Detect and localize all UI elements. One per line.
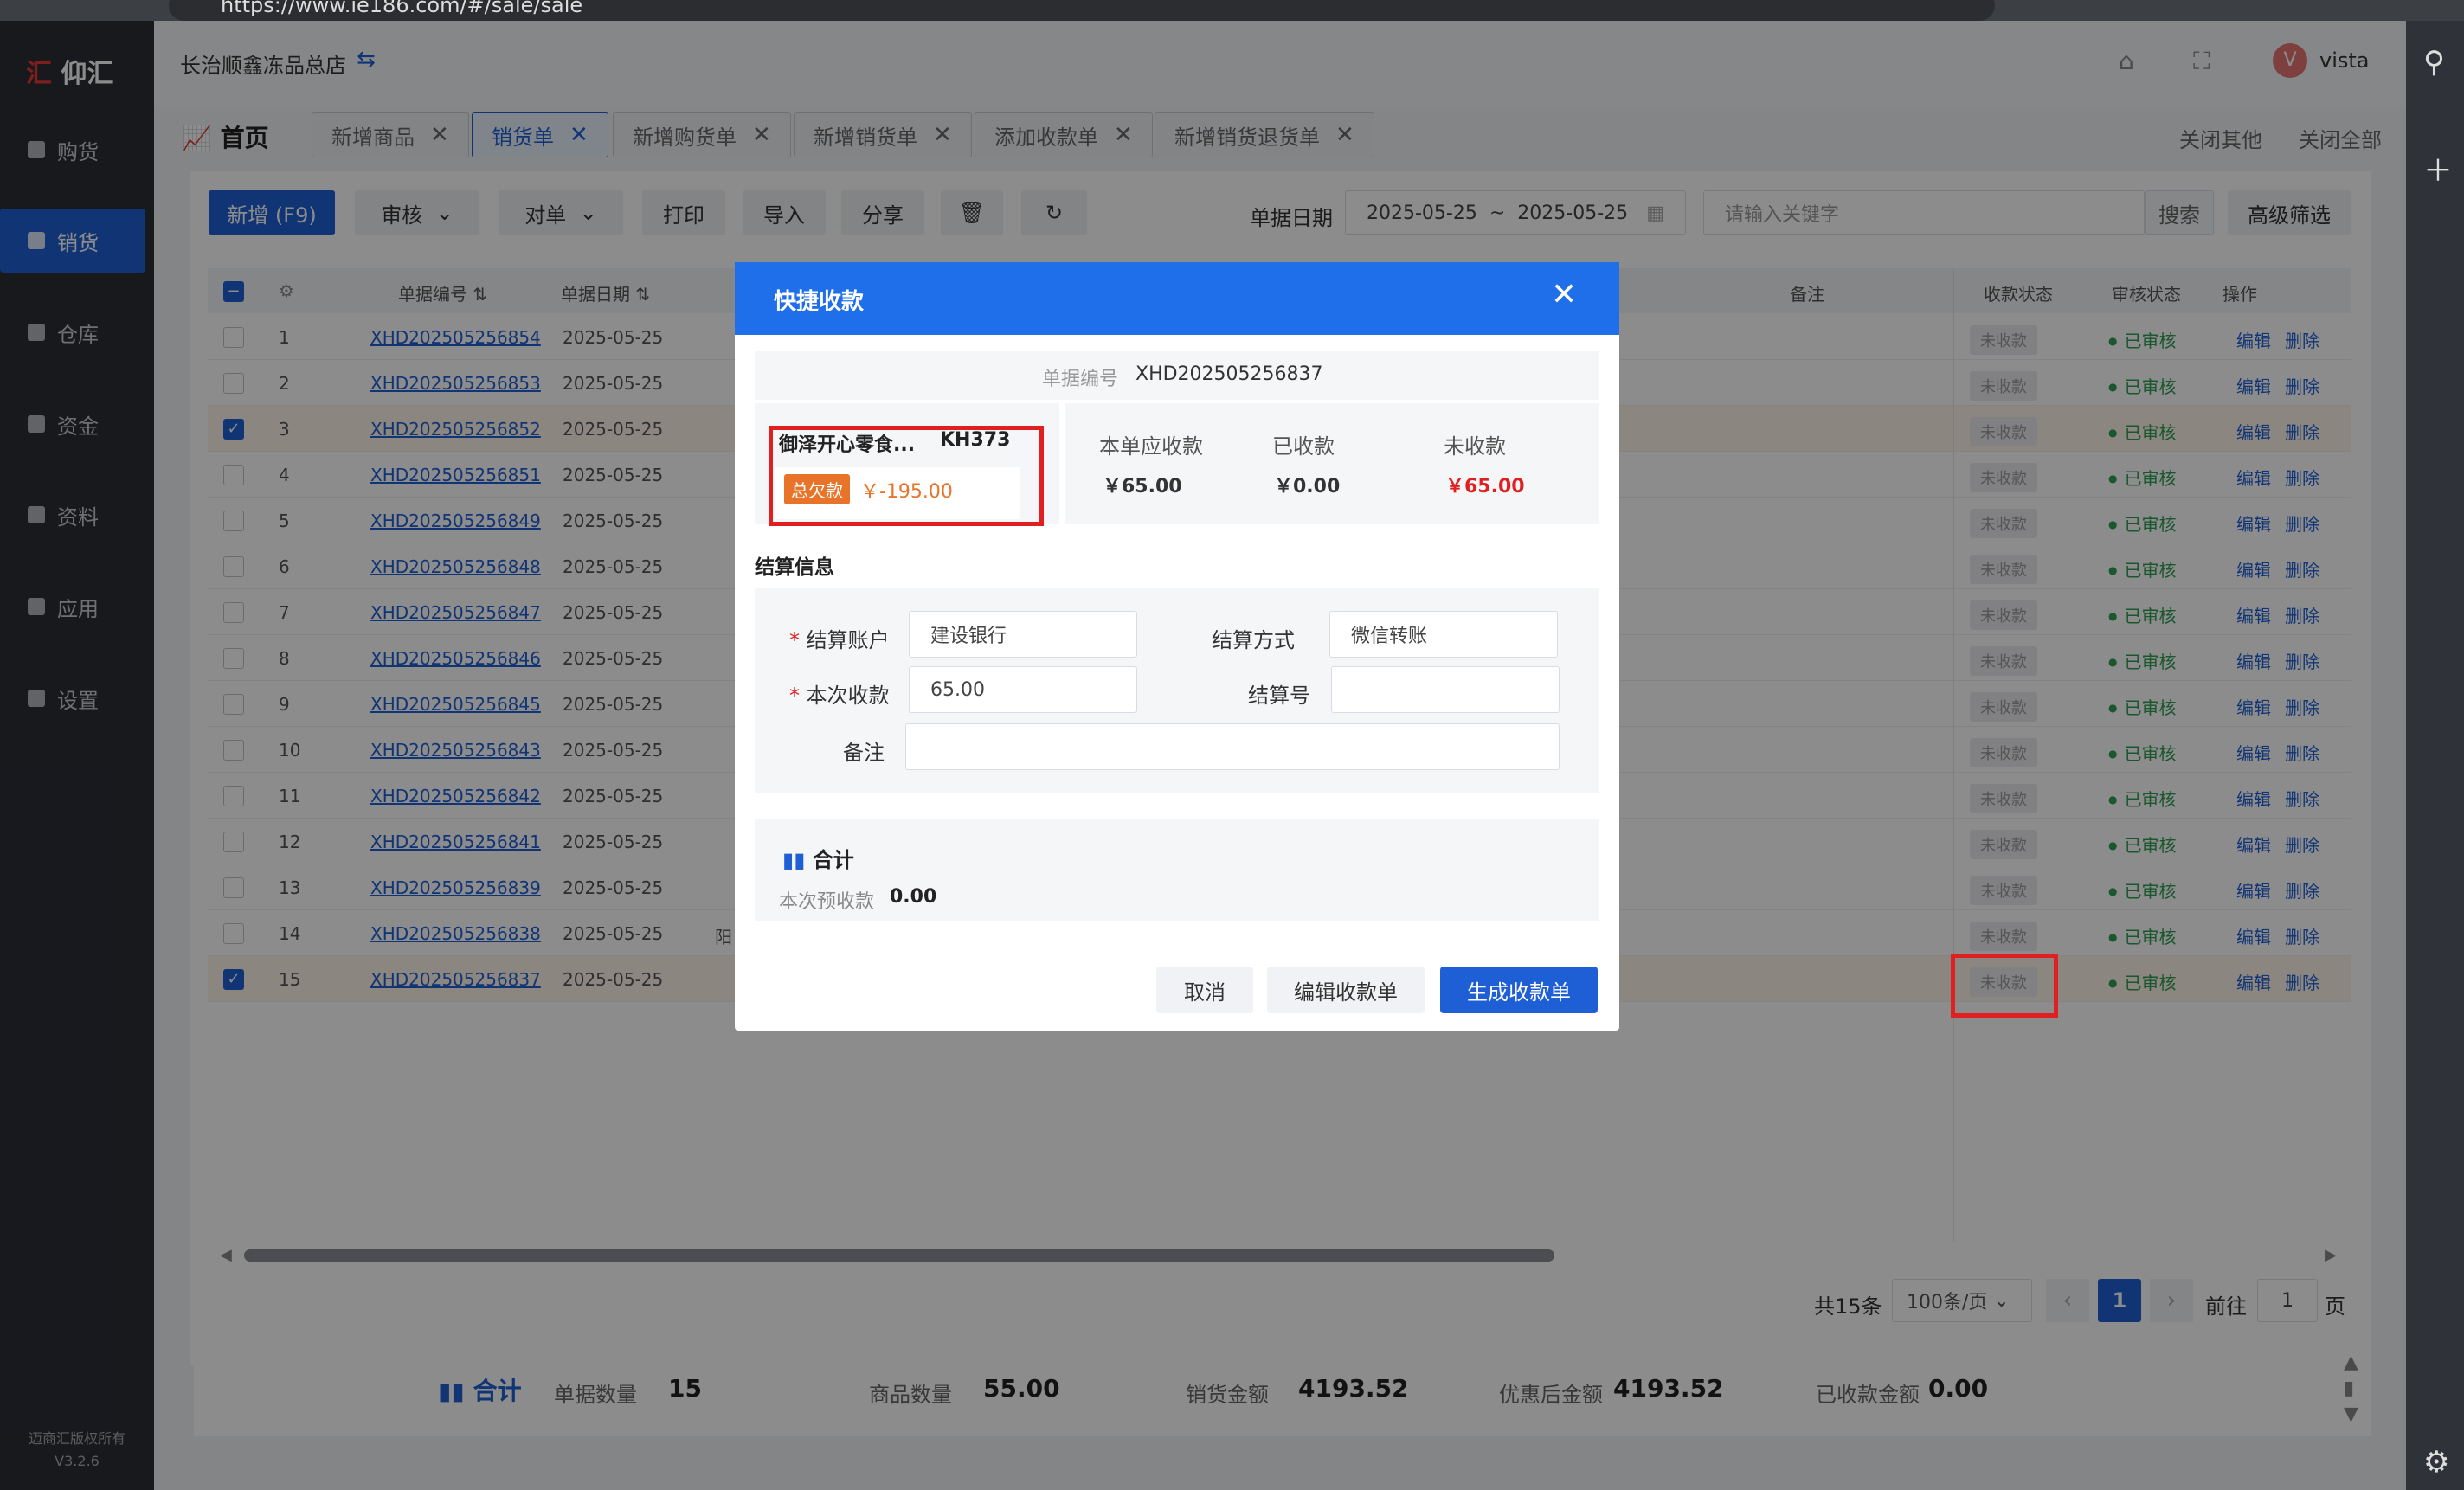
- total-card: [755, 819, 1599, 921]
- amount-input[interactable]: 65.00: [909, 666, 1137, 713]
- required-mark: *: [789, 684, 800, 708]
- prepay-value: 0.00: [890, 886, 937, 908]
- remark-label: 备注: [843, 741, 885, 765]
- settle-no-input[interactable]: [1331, 666, 1560, 713]
- dialog-title: 快捷收款: [774, 289, 865, 315]
- dialog-header: [735, 262, 1619, 335]
- highlight-box: [769, 426, 1044, 526]
- settle-section-title: 结算信息: [755, 556, 834, 579]
- browser-side-panel: [2406, 21, 2464, 1490]
- received-value: ￥0.00: [1274, 476, 1341, 498]
- edit-receipt-button[interactable]: 编辑收款单: [1267, 967, 1425, 1013]
- receivable-value: ￥65.00: [1103, 476, 1182, 498]
- amount-label-text: 本次收款: [806, 684, 890, 708]
- close-icon[interactable]: ✕: [1551, 277, 1577, 312]
- amount-label: * 本次收款: [789, 678, 890, 709]
- required-mark: *: [789, 628, 800, 652]
- plus-icon[interactable]: ＋: [2423, 147, 2453, 189]
- receivable-label: 本单应收款: [1099, 434, 1203, 459]
- gear-icon[interactable]: ⚙: [2423, 1445, 2449, 1480]
- amount-card: [1065, 403, 1599, 524]
- received-label: 已收款: [1272, 434, 1335, 459]
- method-value: 微信转账: [1351, 626, 1428, 647]
- highlight-box: [1951, 954, 2058, 1018]
- doc-no-label: 单据编号: [1042, 369, 1119, 390]
- address-bar[interactable]: https://www.ie186.com/#/sale/sale: [169, 0, 1995, 21]
- account-value: 建设银行: [930, 626, 1007, 647]
- method-select[interactable]: 微信转账: [1329, 611, 1558, 658]
- url-text: https://www.ie186.com/#/sale/sale: [221, 0, 583, 17]
- prepay-label: 本次预收款: [779, 891, 875, 913]
- amount-value: 65.00: [930, 678, 985, 701]
- unreceived-label: 未收款: [1444, 434, 1506, 459]
- account-select[interactable]: 建设银行: [909, 611, 1137, 658]
- generate-receipt-button[interactable]: 生成收款单: [1440, 967, 1598, 1013]
- search-icon[interactable]: ⚲: [2423, 45, 2445, 80]
- bar-chart-icon: ▮▮: [782, 848, 806, 872]
- account-label: * 结算账户: [789, 623, 890, 653]
- unreceived-value: ￥65.00: [1445, 476, 1525, 498]
- remark-input[interactable]: [905, 723, 1560, 770]
- method-label: 结算方式: [1212, 628, 1295, 652]
- cancel-button[interactable]: 取消: [1156, 967, 1253, 1013]
- total-title: ▮▮ 合计: [782, 843, 854, 873]
- total-title-text: 合计: [812, 848, 854, 872]
- doc-no-value: XHD202505256837: [1135, 363, 1323, 385]
- account-label-text: 结算账户: [806, 628, 890, 652]
- settle-no-label: 结算号: [1248, 684, 1310, 708]
